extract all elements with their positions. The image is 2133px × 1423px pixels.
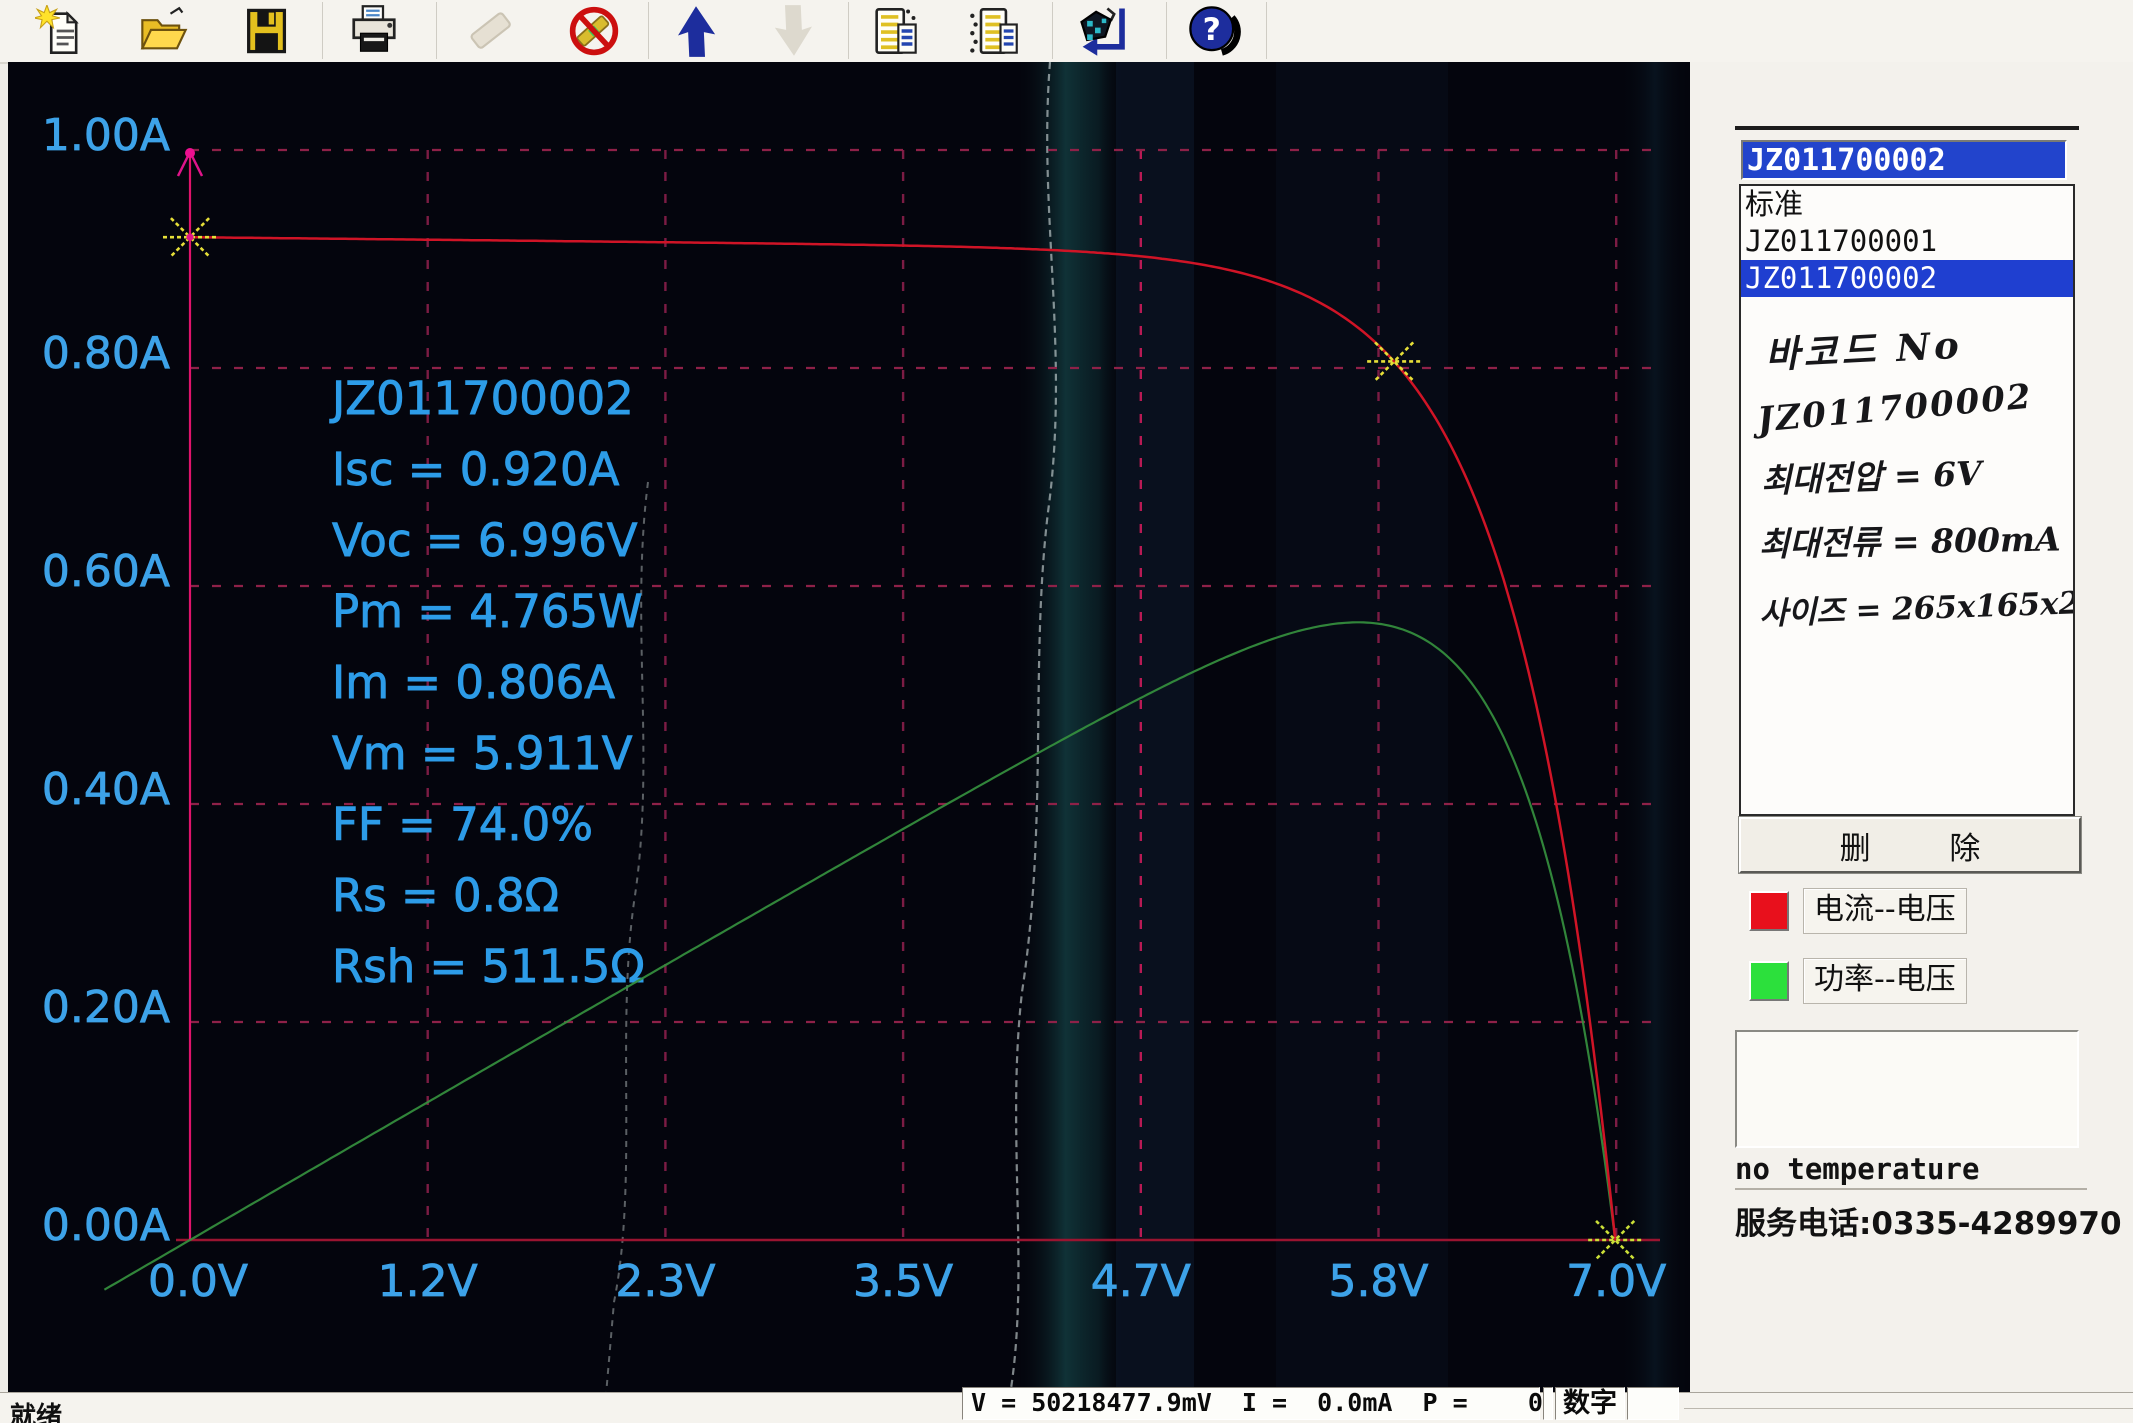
toolbar-separator [848, 2, 849, 59]
x-tick-label: 4.7V [1091, 1256, 1191, 1307]
toolbar-separator [1166, 2, 1167, 59]
chart-annotation: Voc = 6.996V [332, 514, 638, 567]
marker-isc-dot [186, 233, 194, 241]
legend-swatch-red [1749, 891, 1789, 931]
side-panel: JZ011700002 标准 JZ011700001 JZ011700002 바… [1690, 62, 2133, 1395]
status-mode-digital: 数字 [1555, 1387, 1625, 1420]
report-detail-icon [970, 8, 1018, 54]
move-down-button[interactable] [758, 3, 830, 59]
empty-field[interactable] [1735, 1030, 2079, 1148]
move-up-button[interactable] [660, 3, 732, 59]
x-tick-label: 3.5V [853, 1256, 953, 1307]
x-tick-label: 2.3V [615, 1256, 715, 1307]
status-cell [1543, 1387, 1553, 1420]
help-icon: ? [1189, 6, 1241, 56]
print-button[interactable] [338, 3, 410, 59]
svg-text:?: ? [1203, 12, 1221, 48]
toolbar-separator [322, 2, 323, 59]
export-data-icon [1080, 7, 1125, 56]
printer-icon [352, 5, 396, 52]
help-button[interactable]: ? [1178, 3, 1250, 59]
new-document-icon [35, 5, 79, 54]
app-window: ? 1.00A 0.80A 0.60A 0.40A 0.20A 0.00A 0.… [0, 0, 2133, 1423]
export-data-button[interactable] [1068, 3, 1140, 59]
chart-annotation: Im = 0.806A [332, 656, 615, 709]
down-arrow-icon [774, 5, 812, 56]
eraser-icon [470, 12, 511, 49]
legend-label: 电流--电压 [1803, 888, 1967, 934]
list-item-jz011700001[interactable]: JZ011700001 [1741, 223, 2073, 260]
scan-band-teal [1016, 62, 1126, 1395]
status-cell [1627, 1387, 1679, 1420]
scan-band-dark [1276, 62, 1448, 1395]
toolbar: ? [0, 0, 2133, 64]
chart-annotation: Isc = 0.920A [332, 443, 620, 496]
legend-swatch-green [1749, 961, 1789, 1001]
chart-annotation: Rs = 0.8Ω [332, 869, 559, 922]
plot-canvas: 1.00A 0.80A 0.60A 0.40A 0.20A 0.00A0.0V 1.2V 2.… [42, 62, 1690, 1395]
x-tick-label: 7.0V [1566, 1256, 1666, 1307]
status-tail-line [1684, 1408, 2133, 1409]
handwritten-line: 사이즈 = 265x165x20 [1758, 584, 2075, 633]
y-tick-label: 0.00A [42, 1200, 170, 1251]
x-tick-label: 1.2V [378, 1256, 478, 1307]
status-measurement-readout: V = 50218477.9mV I = 0.0mA P = 0.0mW [962, 1387, 1603, 1420]
chart-annotation: Vm = 5.911V [332, 727, 633, 780]
list-item-jz011700002-selected[interactable]: JZ011700002 [1741, 260, 2073, 297]
panel-top-rule [1735, 126, 2079, 130]
x-tick-label: 0.0V [148, 1256, 248, 1307]
chart-annotation: Rsh = 511.5Ω [332, 940, 645, 993]
legend-label: 功率--电压 [1803, 958, 1967, 1004]
y-tick-label: 0.60A [42, 546, 170, 597]
legend-power-voltage: 功率--电压 [1749, 958, 1967, 1004]
x-tick-label: 5.8V [1328, 1256, 1428, 1307]
y-tick-label: 0.20A [42, 982, 170, 1033]
barcode-input[interactable]: JZ011700002 [1741, 140, 2067, 180]
legend-current-voltage: 电流--电压 [1749, 888, 1967, 934]
measurement-list[interactable]: 标准 JZ011700001 JZ011700002 바코드 No JZ0117… [1739, 184, 2075, 816]
open-file-button[interactable] [128, 3, 200, 59]
chart-annotation: Pm = 4.765W [332, 585, 643, 638]
toolbar-separator [1266, 2, 1267, 59]
report-detail-button[interactable] [958, 3, 1030, 59]
eraser-button[interactable] [455, 3, 527, 59]
y-tick-label: 0.40A [42, 764, 170, 815]
handwritten-notes: 바코드 No JZ011700002 최대전압 = 6V 최대전류 = 800m… [1741, 297, 2073, 633]
handwritten-line: 최대전류 = 800mA [1758, 519, 2061, 564]
no-edit-button[interactable] [558, 3, 630, 59]
service-phone: 服务电话:0335-4289970 [1735, 1188, 2122, 1243]
open-folder-icon [140, 6, 188, 50]
chart-annotation: FF = 74.0% [332, 798, 593, 851]
toolbar-separator [1052, 2, 1053, 59]
list-item-standard[interactable]: 标准 [1741, 186, 2073, 223]
save-button[interactable] [230, 3, 302, 59]
save-floppy-icon [247, 8, 287, 54]
no-edit-icon [569, 6, 619, 56]
iv-curve-chart: 1.00A 0.80A 0.60A 0.40A 0.20A 0.00A 0.0V 1.2V 2.… [8, 62, 1690, 1395]
delete-button[interactable]: 删 除 [1739, 817, 2081, 873]
y-tick-label: 1.00A [42, 110, 170, 161]
new-document-button[interactable] [25, 3, 97, 59]
up-arrow-icon [678, 6, 716, 57]
y-axis-arrow-dot [185, 148, 195, 158]
handwritten-line: 최대전압 = 6V [1760, 453, 1983, 501]
report-icon [875, 8, 917, 54]
chart-annotation: JZ011700002 [329, 372, 634, 425]
status-ready-text: 就绪 [10, 1402, 63, 1423]
handwritten-line: JZ011700002 [1755, 376, 2035, 441]
report-button[interactable] [858, 3, 930, 59]
y-tick-label: 0.80A [42, 328, 170, 379]
toolbar-separator [436, 2, 437, 59]
temperature-note: no temperature [1735, 1152, 1980, 1186]
handwritten-line: 바코드 No [1764, 322, 1964, 377]
scan-band-right [1620, 62, 1690, 1395]
toolbar-separator [648, 2, 649, 59]
